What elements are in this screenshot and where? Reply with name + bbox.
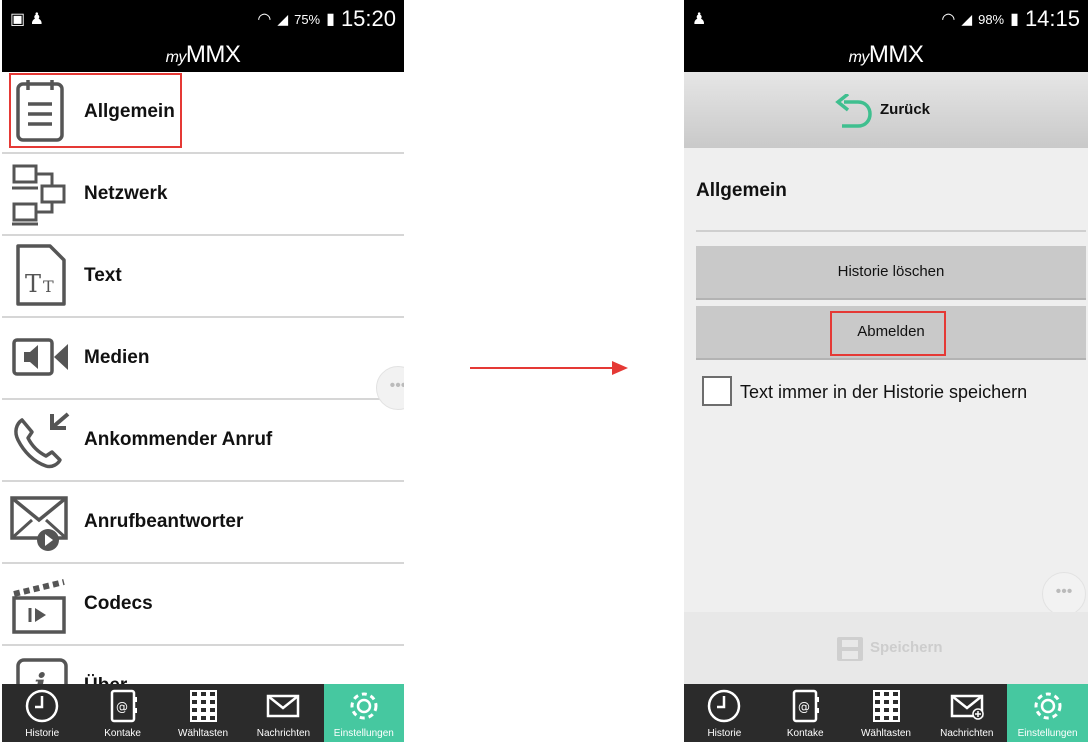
battery-icon: ▮ [1010, 11, 1019, 28]
menu-item-codecs[interactable]: Codecs [2, 564, 404, 646]
app-title-name: MMX [868, 41, 924, 68]
wifi-icon: ◠ [257, 11, 272, 28]
svg-text:@: @ [116, 700, 128, 714]
clock-icon [708, 689, 741, 723]
menu-item-label: Netzwerk [84, 183, 168, 204]
save-button[interactable]: Speichern [684, 612, 1088, 684]
tab-label: Nachrichten [256, 728, 311, 739]
tab-label: Historie [707, 728, 742, 739]
svg-text:@: @ [798, 700, 810, 714]
tab-label: Wähltasten [178, 728, 229, 739]
app-title-prefix: my [165, 49, 187, 66]
menu-item-anrufbeantworter[interactable]: Anrufbeantworter [2, 482, 404, 564]
app-title-bar: myMMX [684, 38, 1088, 72]
gear-icon [350, 692, 378, 720]
tab-nachrichten[interactable]: Nachrichten [926, 684, 1007, 742]
menu-item-ankommender-anruf[interactable]: Ankommender Anruf [2, 400, 404, 482]
tab-einstellungen[interactable]: Einstellungen [323, 684, 404, 742]
menu-item-label: Ankommender Anruf [84, 429, 273, 450]
svg-text:T: T [25, 270, 41, 298]
tab-kontake[interactable]: @ Kontake [82, 684, 162, 742]
tab-nachrichten[interactable]: Nachrichten [243, 684, 323, 742]
wifi-icon: ◠ [941, 11, 956, 28]
save-label: Speichern [870, 639, 943, 656]
status-bar: ▣ ♟ ◠ ◢ 75% ▮ 15:20 [2, 0, 404, 38]
section-title: Allgemein [696, 180, 787, 201]
incoming-call-icon [14, 412, 70, 469]
transition-arrow [470, 361, 628, 375]
menu-item-label: Medien [84, 347, 150, 368]
back-label: Zurück [880, 101, 931, 118]
status-bar: ♟ ◠ ◢ 98% ▮ 14:15 [684, 0, 1088, 38]
tab-einstellungen[interactable]: Einstellungen [1007, 684, 1088, 742]
tab-label: Einstellungen [333, 728, 394, 739]
tab-label: Einstellungen [1017, 728, 1078, 739]
back-button[interactable]: Zurück [684, 72, 1088, 148]
tab-label: Wähltasten [860, 728, 911, 739]
status-indicators: ◠ ◢ 75% ▮ 15:20 [257, 6, 396, 32]
back-arrow-icon [835, 94, 872, 128]
text-icon: T T [16, 244, 66, 306]
save-text-history-checkbox[interactable] [702, 376, 732, 406]
envelope-plus-icon [950, 694, 984, 720]
tab-label: Nachrichten [940, 728, 994, 739]
menu-item-netzwerk[interactable]: Netzwerk [2, 154, 404, 236]
tab-label: Kontake [104, 728, 141, 739]
clear-history-button[interactable]: Historie löschen [696, 246, 1086, 300]
tab-wahltasten[interactable]: Wähltasten [163, 684, 243, 742]
address-book-icon: @ [792, 689, 820, 723]
phone-screen-general-settings: ♟ ◠ ◢ 98% ▮ 14:15 myMMX Zurück Allgemein… [684, 0, 1088, 742]
battery-icon: ▮ [326, 11, 335, 28]
dialpad-icon [872, 690, 900, 722]
bottom-navigation: Historie @ Kontake Wähltasten Nachrichte… [684, 684, 1088, 742]
tab-label: Historie [25, 728, 60, 739]
bottom-navigation: Historie @ Kontake Wähltasten Nachrichte… [2, 684, 404, 742]
menu-item-text[interactable]: T T Text [2, 236, 404, 318]
signal-icon: ◢ [961, 10, 973, 27]
tab-kontake[interactable]: @ Kontake [765, 684, 846, 742]
menu-item-label: Codecs [84, 593, 153, 614]
phone-screen-settings-menu: ▣ ♟ ◠ ◢ 75% ▮ 15:20 myMMX Allgemein Netz… [2, 0, 404, 742]
clock-icon [25, 689, 59, 723]
clock: 14:15 [1024, 6, 1080, 31]
tab-label: Kontake [786, 728, 824, 739]
app-title-prefix: my [848, 49, 870, 66]
gear-icon [1034, 692, 1062, 720]
floating-more-button[interactable]: ••• [1042, 572, 1086, 616]
app-title-bar: myMMX [2, 38, 404, 72]
dialpad-icon [190, 690, 218, 722]
menu-item-label: Text [84, 265, 122, 286]
highlight-box-allgemein [9, 73, 182, 148]
floppy-disk-icon [837, 637, 863, 661]
clock: 15:20 [340, 6, 396, 31]
voicemail-icon [10, 496, 68, 551]
network-icon [12, 164, 66, 226]
address-book-icon: @ [110, 689, 137, 723]
envelope-icon [267, 694, 300, 718]
menu-item-medien[interactable]: Medien [2, 318, 404, 400]
battery-percent: 75% [294, 11, 321, 27]
svg-text:T: T [43, 277, 54, 296]
battery-percent: 98% [978, 11, 1005, 27]
menu-item-label: Anrufbeantworter [84, 511, 244, 532]
highlight-box-abmelden [830, 311, 946, 356]
signal-icon: ◢ [277, 10, 289, 27]
tab-historie[interactable]: Historie [684, 684, 765, 742]
status-indicators: ◠ ◢ 98% ▮ 14:15 [941, 6, 1080, 32]
section-divider [696, 230, 1086, 232]
checkbox-label: Text immer in der Historie speichern [740, 382, 1028, 402]
speaker-icon [12, 338, 68, 376]
settings-menu: Allgemein Netzwerk T T Text Medien Ankom… [2, 72, 404, 728]
tab-historie[interactable]: Historie [2, 684, 82, 742]
notification-icons: ♟ [692, 11, 707, 28]
app-title-name: MMX [185, 41, 241, 68]
clapperboard-icon [12, 579, 66, 634]
tab-wahltasten[interactable]: Wähltasten [846, 684, 927, 742]
notification-icons: ▣ ♟ [10, 11, 44, 28]
